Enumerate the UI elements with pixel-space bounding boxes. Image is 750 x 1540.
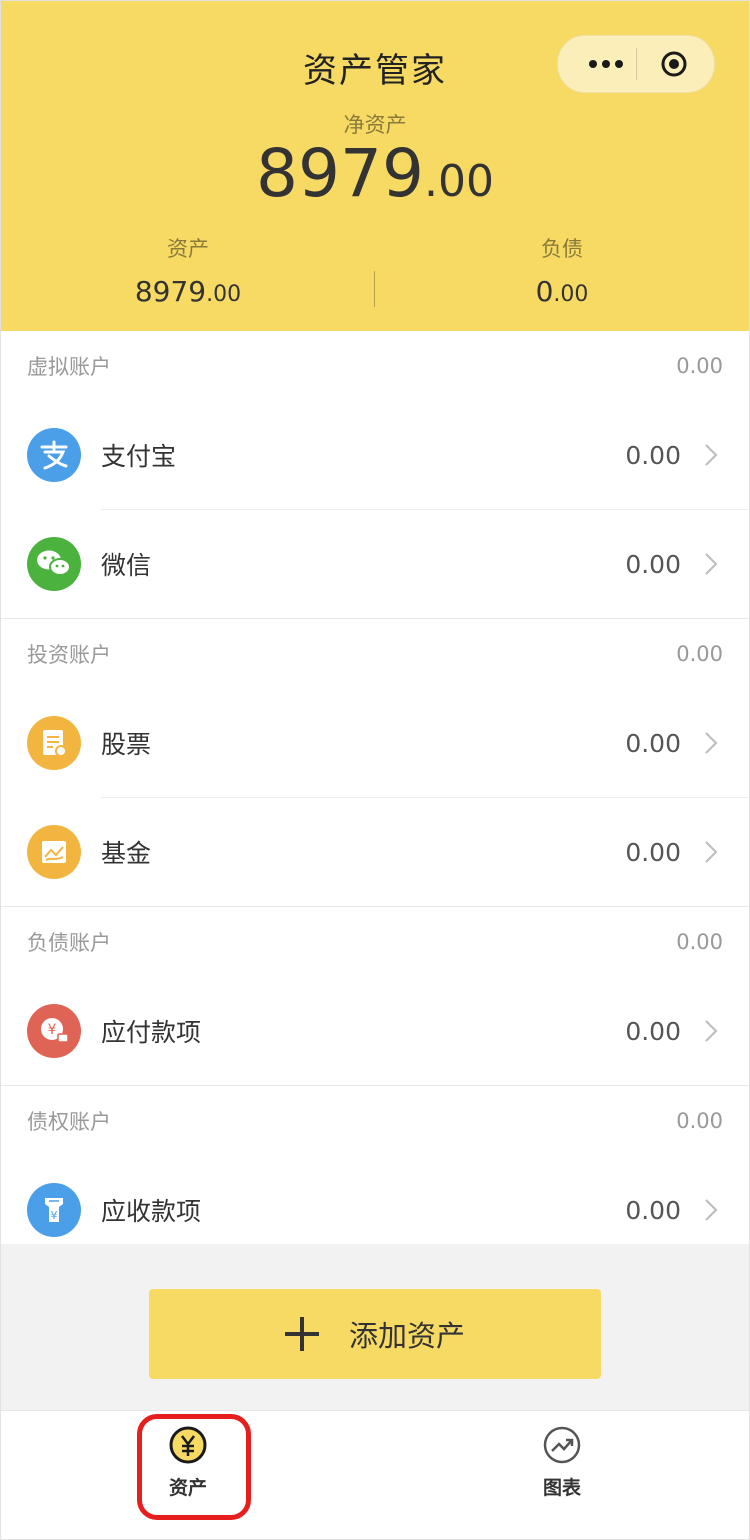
tab-label: 图表 [542,1477,581,1499]
assets-label: 资产 [167,237,209,261]
annotation-highlight-box [137,1414,251,1520]
payable-icon: ¥ [27,1004,81,1058]
assets-summary: 资产 8979.00 [1,233,375,308]
liabilities-summary: 负债 0.00 [375,233,749,308]
net-assets-integer: 8979 [256,135,424,212]
account-name: 支付宝 [101,442,177,471]
receivable-icon: ¥ [27,1183,81,1237]
liabilities-label: 负债 [541,237,583,261]
account-row-fund[interactable]: 基金 0.00 [1,798,749,906]
tab-charts[interactable]: 图表 [375,1411,749,1539]
stock-icon [27,716,81,770]
net-assets-value: 8979.00 [1,141,749,207]
section-header-investment: 投资账户 0.00 [1,619,749,689]
account-row-alipay[interactable]: 支付宝 0.00 [1,401,749,509]
alipay-icon [27,428,81,482]
target-circle-icon[interactable] [660,50,688,78]
section-title: 投资账户 [27,643,111,667]
account-name: 应付款项 [101,1018,202,1047]
account-value: 0.00 [625,728,681,758]
account-row-payable[interactable]: ¥ 应付款项 0.00 [1,977,749,1085]
section-total: 0.00 [676,930,723,954]
account-row-wechat[interactable]: 微信 0.00 [1,510,749,618]
footer-area: 添加资产 [1,1244,749,1410]
account-value: 0.00 [625,837,681,867]
app-frame: 资产管家 净资产 8979.00 资产 8979.00 负债 0.00 虚拟账户 [0,0,750,1540]
account-name: 微信 [101,551,152,580]
section-title: 负债账户 [27,931,111,955]
fund-icon [27,825,81,879]
account-name: 基金 [101,839,152,868]
chevron-right-icon [691,832,731,872]
chevron-right-icon [691,544,731,584]
chevron-right-icon [691,723,731,763]
account-name: 股票 [101,730,152,759]
account-value: 0.00 [625,1016,681,1046]
section-title: 虚拟账户 [27,355,111,379]
more-dots-icon[interactable] [578,36,634,92]
add-asset-button[interactable]: 添加资产 [149,1289,601,1379]
svg-text:¥: ¥ [51,1209,58,1222]
section-header-liability: 负债账户 0.00 [1,907,749,977]
account-value: 0.00 [625,1195,681,1225]
miniprogram-capsule [557,35,715,93]
liabilities-decimal: .00 [553,282,589,307]
account-value: 0.00 [625,440,681,470]
header: 资产管家 净资产 8979.00 资产 8979.00 负债 0.00 [1,1,749,331]
chevron-right-icon [691,1011,731,1051]
assets-value: 8979.00 [1,275,375,308]
account-row-stock[interactable]: 股票 0.00 [1,689,749,797]
trend-chart-icon [543,1426,581,1464]
add-asset-label: 添加资产 [348,1319,465,1353]
liabilities-integer: 0 [535,275,554,308]
wechat-icon [27,537,81,591]
chevron-right-icon [691,435,731,475]
tab-bar: 资产 图表 [1,1410,749,1539]
chevron-right-icon [691,1190,731,1230]
net-assets-decimal: .00 [423,156,494,207]
section-total: 0.00 [676,354,723,378]
capsule-divider [636,48,637,80]
section-title: 债权账户 [27,1110,111,1134]
section-total: 0.00 [676,1109,723,1133]
account-name: 应收款项 [101,1197,202,1226]
liabilities-value: 0.00 [375,275,749,308]
section-header-credit: 债权账户 0.00 [1,1086,749,1156]
section-header-virtual: 虚拟账户 0.00 [1,331,749,401]
section-total: 0.00 [676,642,723,666]
account-sections: 虚拟账户 0.00 支付宝 0.00 微信 0.00 投资账户 0.00 股票 … [1,331,749,1264]
assets-decimal: .00 [206,282,242,307]
svg-text:¥: ¥ [48,1022,57,1038]
assets-integer: 8979 [134,275,207,308]
plus-icon [284,1317,319,1351]
account-value: 0.00 [625,549,681,579]
